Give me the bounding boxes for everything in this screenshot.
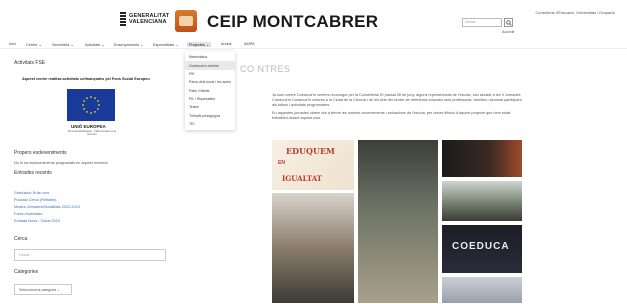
generalitat-logo[interactable]: GENERALITAT VALENCIANA xyxy=(120,12,170,26)
main-nav: Inici Centre ⌄ Secretaria ⌄ Activitats ⌄… xyxy=(0,42,627,49)
menu-item-matematica[interactable]: Matemàtica xyxy=(185,53,235,61)
recent-link-5[interactable]: Entrada Nova - Ciutat 2024 xyxy=(14,219,60,223)
search-icon xyxy=(505,19,512,26)
nav-item-ampa[interactable]: AMPA xyxy=(244,42,254,46)
recent-link-1[interactable]: Graduació 5t de curs xyxy=(14,191,49,195)
menu-item-patis[interactable]: Patis i Hàbits xyxy=(185,87,235,95)
eu-sub: Fons Social Europeu · FSE inverteix en e… xyxy=(67,130,117,137)
nav-item-inici[interactable]: Inici xyxy=(9,42,16,46)
recent-link-3[interactable]: Mostra Jornades/Modalitats 2022-2023 xyxy=(14,205,80,209)
nav-item-arxius[interactable]: Arxius xyxy=(221,42,232,46)
eu-stars-icon xyxy=(82,96,100,114)
recent-heading: Entrades recents xyxy=(14,170,52,176)
categories-select[interactable]: Selecciona la categoria ⌄ xyxy=(14,284,72,295)
eu-label: UNIÓ EUROPEA xyxy=(71,124,106,129)
nav-item-centre[interactable]: Centre ⌄ xyxy=(26,42,42,47)
menu-item-treballs[interactable]: Treballs pedagògics xyxy=(185,112,235,120)
sidebar-search-input[interactable]: Cerca ... xyxy=(14,249,166,261)
upcoming-text: No hi ha esdeveniments programats en aqu… xyxy=(14,161,109,165)
menu-item-pie[interactable]: PIE xyxy=(185,70,235,78)
second-paragraph: En aquestes jornades vàrem dur a terme l… xyxy=(272,111,511,120)
menu-item-parcs[interactable]: Parcs dels socis i les aules xyxy=(185,78,235,86)
header-search-input[interactable]: Cercar xyxy=(462,18,502,27)
login-link[interactable]: Accedir xyxy=(502,30,515,34)
site-header: GENERALITAT VALENCIANA CEIP MONTCABRER C… xyxy=(0,0,627,42)
upcoming-heading: Propers esdeveniments xyxy=(14,150,67,156)
menu-item-coeducam[interactable]: Coeduca'm centres xyxy=(185,61,235,70)
nav-item-projectes[interactable]: Projectes ⌄ xyxy=(187,42,212,47)
projectes-dropdown-menu: Matemàtica Coeduca'm centres PIE Parcs d… xyxy=(185,51,235,131)
search-heading: Cerca xyxy=(14,236,28,242)
header-search-button[interactable] xyxy=(504,18,513,27)
photo-eduquem-poster[interactable]: EDUQUEM EN IGUALTAT xyxy=(272,140,354,190)
generalitat-emblem-icon xyxy=(120,12,126,26)
fse-heading: Activitats FSE xyxy=(14,60,46,66)
eu-flag xyxy=(67,89,115,121)
menu-item-pil[interactable]: PIL i Riquesaltes xyxy=(185,95,235,103)
photo-exhibition[interactable] xyxy=(442,181,522,221)
nav-item-ensenyaments[interactable]: Ensenyaments ⌄ xyxy=(114,42,143,47)
categories-heading: Categories xyxy=(14,269,39,275)
photo-student-activity[interactable] xyxy=(272,193,354,303)
photo-presentation[interactable] xyxy=(442,140,522,177)
nav-item-secretaria[interactable]: Secretaria ⌄ xyxy=(52,42,74,47)
page-title: CO NTRES xyxy=(240,64,291,74)
top-links[interactable]: Conselleria d'Educació, Universitats i O… xyxy=(536,11,615,15)
nav-item-especialitats[interactable]: Especialitats ⌄ xyxy=(153,42,179,47)
poster-line1: EDUQUEM xyxy=(286,146,335,156)
menu-item-teatre[interactable]: Teatre xyxy=(185,103,235,111)
gov-logo-line2: VALENCIANA xyxy=(129,19,167,25)
poster-line3: IGUALTAT xyxy=(282,174,323,183)
menu-item-tei[interactable]: TEI xyxy=(185,120,235,128)
photo-audience[interactable] xyxy=(442,277,522,303)
photo-hall-display[interactable] xyxy=(358,140,438,303)
recent-link-2[interactable]: Podcast Cerca (Refiable) xyxy=(14,198,56,202)
stage-text: COEDUCA xyxy=(452,241,510,252)
fse-text: Aquest centre realitza activitats cofina… xyxy=(22,77,150,81)
intro-paragraph: Ja som centre Coeduca'm centres reconegu… xyxy=(272,93,522,107)
poster-line2: EN xyxy=(278,160,285,166)
site-title[interactable]: CEIP MONTCABRER xyxy=(207,12,378,32)
nav-item-activitats[interactable]: Activitats ⌄ xyxy=(85,42,104,47)
school-logo[interactable] xyxy=(175,10,197,32)
recent-link-4[interactable]: Fonts d'admissió xyxy=(14,212,42,216)
photo-coeduca-stage[interactable]: COEDUCA xyxy=(442,225,522,273)
